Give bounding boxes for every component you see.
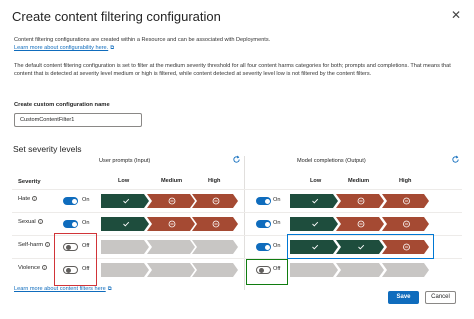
highlight-completion-selfharm xyxy=(287,234,434,259)
completion-toggle-2[interactable] xyxy=(256,243,271,251)
external-link-icon: ⧉ xyxy=(107,286,112,292)
prompt-low-chevron[interactable] xyxy=(101,217,149,231)
completions-panel-title: Model completions (Output) xyxy=(297,158,366,164)
completion-medium-chevron xyxy=(336,263,384,277)
content-filters-link[interactable]: Learn more about content filters here xyxy=(14,286,106,292)
toggle-knob xyxy=(264,198,270,204)
refresh-prompts-icon[interactable] xyxy=(232,155,241,164)
info-icon[interactable]: i xyxy=(32,196,38,201)
row-divider xyxy=(12,189,462,190)
prompts-panel-title: User prompts (Input) xyxy=(99,158,151,164)
completion-medium-chevron[interactable] xyxy=(336,217,384,231)
severity-column-header: Severity xyxy=(18,179,41,185)
cancel-button[interactable]: Cancel xyxy=(425,291,456,304)
prompt-low-chevron xyxy=(101,263,149,277)
content-filters-link-wrap: Learn more about content filters here ⧉ xyxy=(14,286,112,293)
completion-low-chevron xyxy=(290,263,338,277)
completion-toggle-1[interactable] xyxy=(256,220,271,228)
intro-text: Content filtering configurations are cre… xyxy=(14,37,271,43)
prompt-medium-chevron xyxy=(147,240,195,254)
completion-low-chevron[interactable] xyxy=(290,217,338,231)
completion-toggle-0[interactable] xyxy=(256,197,271,205)
info-icon[interactable]: i xyxy=(45,242,51,247)
prompt-medium-chevron[interactable] xyxy=(147,217,195,231)
toggle-knob xyxy=(71,198,77,204)
row-divider xyxy=(12,212,462,213)
severity-section-title: Set severity levels xyxy=(13,144,82,154)
prompt-high-chevron xyxy=(192,263,238,277)
config-name-input[interactable] xyxy=(14,113,142,127)
highlight-prompts-off xyxy=(54,233,97,286)
info-icon[interactable]: i xyxy=(42,265,48,270)
completion-toggle-label: On xyxy=(273,220,281,226)
config-name-label: Create custom configuration name xyxy=(14,102,110,108)
completion-level-low: Low xyxy=(310,178,322,184)
prompt-high-chevron xyxy=(192,240,238,254)
intro-description: Content filtering configurations are cre… xyxy=(14,36,454,53)
row-label-text: Violence xyxy=(18,265,41,271)
completion-high-chevron[interactable] xyxy=(382,194,429,208)
dialog-title: Create content filtering configuration xyxy=(12,9,221,24)
prompt-toggle-label: On xyxy=(82,197,90,203)
row-label-text: Sexual xyxy=(18,219,36,225)
prompt-low-chevron[interactable] xyxy=(101,194,149,208)
completion-low-chevron[interactable] xyxy=(290,194,338,208)
completion-high-chevron xyxy=(382,263,429,277)
row-label-text: Self-harm xyxy=(18,242,44,248)
close-icon[interactable]: ✕ xyxy=(449,8,463,22)
prompt-toggle-0[interactable] xyxy=(63,197,78,205)
severity-row-label: Hate i xyxy=(18,196,38,202)
completion-high-chevron[interactable] xyxy=(382,217,429,231)
completion-level-medium: Medium xyxy=(348,178,370,184)
toggle-knob xyxy=(71,221,77,227)
configurability-link[interactable]: Learn more about configurability here. xyxy=(14,45,108,51)
prompt-level-high: High xyxy=(208,178,221,184)
row-label-text: Hate xyxy=(18,196,31,202)
severity-row-label: Violence i xyxy=(18,265,48,271)
panel-divider xyxy=(244,156,245,290)
default-description: The default content filtering configurat… xyxy=(14,63,451,78)
save-button[interactable]: Save xyxy=(388,291,419,304)
refresh-completions-icon[interactable] xyxy=(451,155,460,164)
toggle-knob xyxy=(264,221,270,227)
completion-toggle-label: On xyxy=(273,197,281,203)
prompt-medium-chevron[interactable] xyxy=(147,194,195,208)
prompt-low-chevron xyxy=(101,240,149,254)
prompt-level-low: Low xyxy=(118,178,130,184)
severity-row-label: Self-harm i xyxy=(18,242,51,248)
severity-row-label: Sexual i xyxy=(18,219,43,225)
completion-level-high: High xyxy=(399,178,412,184)
prompt-high-chevron[interactable] xyxy=(192,194,238,208)
completion-toggle-label: On xyxy=(273,243,281,249)
prompt-toggle-1[interactable] xyxy=(63,220,78,228)
info-icon[interactable]: i xyxy=(37,219,43,224)
prompt-high-chevron[interactable] xyxy=(192,217,238,231)
highlight-completion-violence-off xyxy=(246,259,288,285)
prompt-level-medium: Medium xyxy=(161,178,183,184)
prompt-medium-chevron xyxy=(147,263,195,277)
external-link-icon: ⧉ xyxy=(110,45,115,52)
completion-medium-chevron[interactable] xyxy=(336,194,384,208)
prompt-toggle-label: On xyxy=(82,220,90,226)
toggle-knob xyxy=(264,244,270,250)
